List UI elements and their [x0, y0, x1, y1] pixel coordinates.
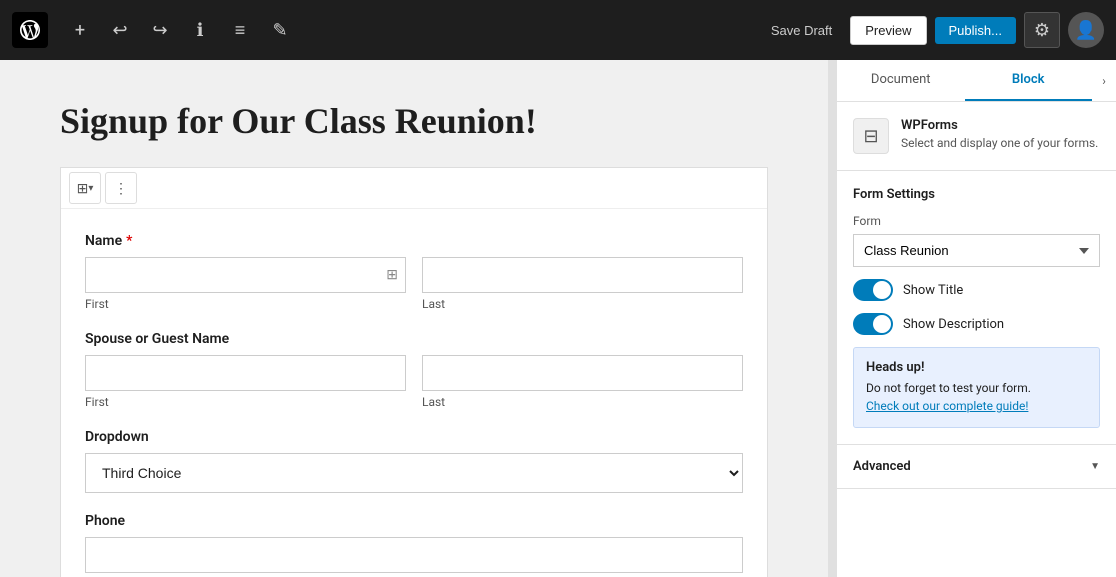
show-title-row: Show Title	[853, 279, 1100, 301]
toolbar: + ↩ ↪ ℹ ≡ ✎ Save Draft Preview Publish..…	[0, 0, 1116, 60]
form-block-icon: ⊟	[863, 126, 878, 147]
block-info-text: WPForms Select and display one of your f…	[901, 118, 1098, 154]
spouse-last-input[interactable]	[422, 355, 743, 391]
form-toolbar-menu-btn[interactable]: ⋮	[105, 172, 137, 204]
show-title-toggle[interactable]	[853, 279, 893, 301]
name-first-input-wrap: ⊞	[85, 257, 406, 293]
form-toolbar-icon-btn[interactable]: ⊞ ▾	[69, 172, 101, 204]
advanced-chevron-icon: ▼	[1090, 461, 1100, 472]
form-block-toolbar: ⊞ ▾ ⋮	[61, 168, 767, 209]
notice-title: Heads up!	[866, 360, 1087, 375]
show-description-row: Show Description	[853, 313, 1100, 335]
wpforms-block-icon: ⊟	[853, 118, 889, 154]
user-icon: 👤	[1075, 20, 1097, 41]
user-button[interactable]: 👤	[1068, 12, 1104, 48]
undo-button[interactable]: ↩	[104, 14, 136, 46]
heads-up-notice: Heads up! Do not forget to test your for…	[853, 347, 1100, 428]
block-description: Select and display one of your forms.	[901, 135, 1098, 152]
form-content: Name * ⊞ First Last	[61, 209, 767, 577]
notice-text: Do not forget to test your form. Check o…	[866, 379, 1087, 415]
spouse-first-col: First	[85, 355, 406, 409]
settings-button[interactable]: ⚙	[1024, 12, 1060, 48]
notice-link[interactable]: Check out our complete guide!	[866, 399, 1028, 413]
sidebar-collapse-icon[interactable]: ›	[1092, 60, 1116, 101]
add-button[interactable]: +	[64, 14, 96, 46]
spouse-first-sublabel: First	[85, 395, 406, 409]
name-first-sublabel: First	[85, 297, 406, 311]
preview-button[interactable]: Preview	[850, 16, 926, 45]
wp-logo[interactable]	[12, 12, 48, 48]
wp-logo-icon	[18, 18, 42, 42]
name-field-group: Name * ⊞ First Last	[85, 233, 743, 311]
phone-label: Phone	[85, 513, 743, 529]
name-first-input[interactable]	[85, 257, 406, 293]
spouse-field-group: Spouse or Guest Name First Last	[85, 331, 743, 409]
more-options-icon: ⋮	[114, 180, 128, 197]
edit-button[interactable]: ✎	[264, 14, 296, 46]
scrollbar-track[interactable]	[828, 60, 836, 577]
name-field-row: ⊞ First Last	[85, 257, 743, 311]
settings-icon: ⚙	[1034, 20, 1050, 41]
spouse-last-col: Last	[422, 355, 743, 409]
name-label: Name *	[85, 233, 743, 249]
form-settings-title: Form Settings	[853, 187, 1100, 202]
dropdown-label: Dropdown	[85, 429, 743, 445]
name-last-sublabel: Last	[422, 297, 743, 311]
form-settings-section: Form Settings Form Class Reunion Show Ti…	[837, 171, 1116, 445]
spouse-first-input[interactable]	[85, 355, 406, 391]
form-block: ⊞ ▾ ⋮ Name *	[60, 167, 768, 577]
dropdown-input[interactable]: Third Choice	[85, 453, 743, 493]
name-first-col: ⊞ First	[85, 257, 406, 311]
list-button[interactable]: ≡	[224, 14, 256, 46]
redo-button[interactable]: ↪	[144, 14, 176, 46]
editor-area: Signup for Our Class Reunion! ⊞ ▾ ⋮ Name…	[0, 60, 828, 577]
show-description-label: Show Description	[903, 317, 1004, 332]
spouse-last-sublabel: Last	[422, 395, 743, 409]
name-last-input[interactable]	[422, 257, 743, 293]
dropdown-field-group: Dropdown Third Choice	[85, 429, 743, 493]
tab-block[interactable]: Block	[965, 60, 1093, 101]
show-description-toggle[interactable]	[853, 313, 893, 335]
sidebar: Document Block › ⊟ WPForms Select and di…	[836, 60, 1116, 577]
page-title: Signup for Our Class Reunion!	[60, 100, 768, 143]
publish-button[interactable]: Publish...	[935, 17, 1016, 44]
sidebar-tabs: Document Block ›	[837, 60, 1116, 102]
spouse-label: Spouse or Guest Name	[85, 331, 743, 347]
advanced-title: Advanced	[853, 459, 911, 474]
block-info: ⊟ WPForms Select and display one of your…	[837, 102, 1116, 171]
form-selector[interactable]: Class Reunion	[853, 234, 1100, 267]
main-layout: Signup for Our Class Reunion! ⊞ ▾ ⋮ Name…	[0, 60, 1116, 577]
show-title-label: Show Title	[903, 283, 963, 298]
form-field-label: Form	[853, 214, 1100, 228]
save-draft-button[interactable]: Save Draft	[761, 17, 842, 44]
toolbar-right: Save Draft Preview Publish... ⚙ 👤	[761, 12, 1104, 48]
advanced-section[interactable]: Advanced ▼	[837, 445, 1116, 489]
spouse-field-row: First Last	[85, 355, 743, 409]
tab-document[interactable]: Document	[837, 60, 965, 101]
block-name: WPForms	[901, 118, 1098, 133]
info-button[interactable]: ℹ	[184, 14, 216, 46]
name-last-col: Last	[422, 257, 743, 311]
required-star: *	[126, 233, 132, 249]
phone-input[interactable]	[85, 537, 743, 573]
form-dropdown-icon: ▾	[88, 183, 93, 194]
input-icon: ⊞	[386, 267, 398, 283]
phone-field-group: Phone	[85, 513, 743, 573]
form-icon: ⊞	[77, 180, 89, 197]
